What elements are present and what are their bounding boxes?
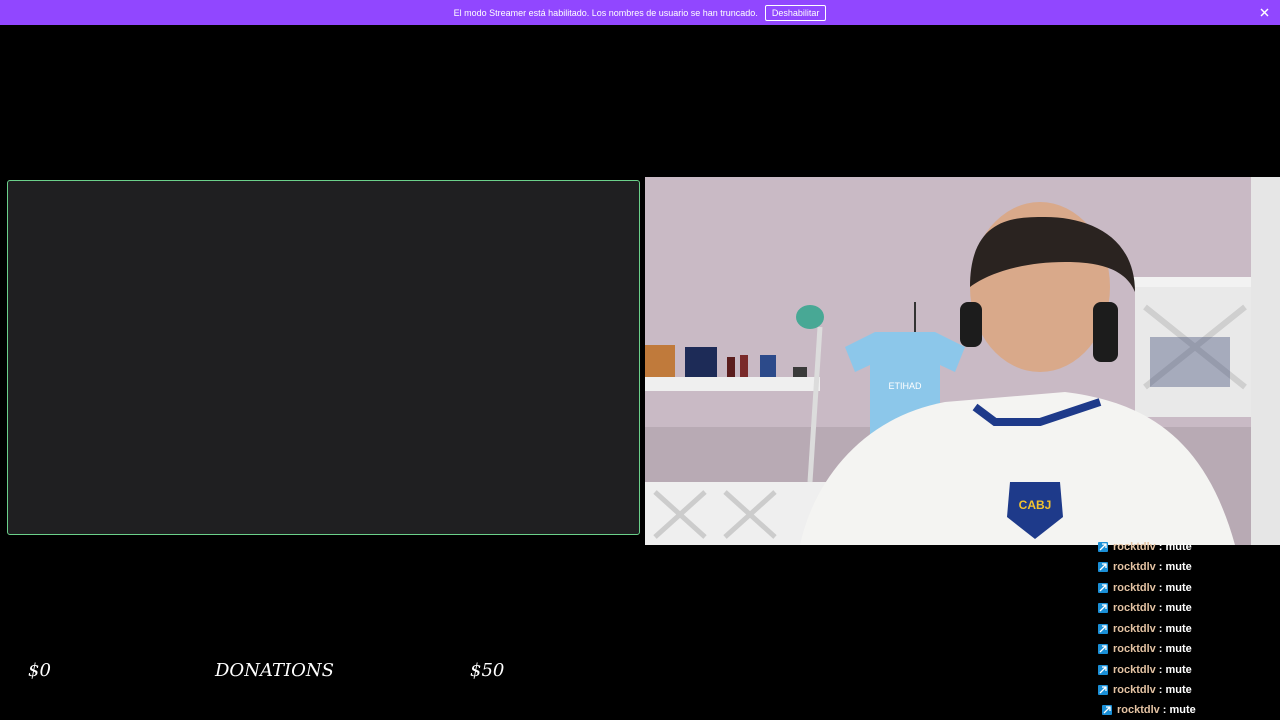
- chat-separator: :: [1162, 704, 1167, 716]
- chat-badge-icon: [1098, 542, 1108, 552]
- chat-text: mute: [1165, 541, 1192, 553]
- chat-separator: :: [1158, 602, 1163, 614]
- chat-text: mute: [1165, 684, 1192, 696]
- chat-badge-icon: [1098, 644, 1108, 654]
- chat-username: rocktdlv: [1113, 664, 1156, 676]
- chat-username: rocktdlv: [1113, 541, 1156, 553]
- chat-username: rocktdlv: [1113, 684, 1156, 696]
- chat-username: rocktdlv: [1113, 582, 1156, 594]
- chat-overlay: rocktdlv : mute rocktdlv : mute rocktdlv…: [1096, 539, 1280, 720]
- chat-message: rocktdlv : mute: [1098, 620, 1192, 638]
- donation-goal: $50: [470, 660, 505, 681]
- chat-username: rocktdlv: [1113, 623, 1156, 635]
- chat-badge-icon: [1102, 705, 1112, 715]
- chat-badge-icon: [1098, 583, 1108, 593]
- streamer-mode-banner: El modo Streamer está habilitado. Los no…: [0, 0, 1280, 25]
- svg-text:ETIHAD: ETIHAD: [888, 381, 922, 391]
- chat-separator: :: [1158, 664, 1163, 676]
- donation-current: $0: [28, 660, 51, 681]
- chat-separator: :: [1158, 582, 1163, 594]
- webcam-feed: ETIHAD CABJ: [645, 177, 1251, 545]
- disable-streamer-mode-button[interactable]: Deshabilitar: [764, 4, 827, 21]
- chat-text: mute: [1165, 561, 1192, 573]
- chat-message: rocktdlv : mute: [1102, 701, 1196, 719]
- chat-message: rocktdlv : mute: [1098, 539, 1192, 556]
- chat-message: rocktdlv : mute: [1098, 579, 1192, 597]
- donation-label: DONATIONS: [215, 660, 334, 681]
- chat-username: rocktdlv: [1113, 643, 1156, 655]
- chat-separator: :: [1158, 643, 1163, 655]
- chat-badge-icon: [1098, 665, 1108, 675]
- chat-badge-icon: [1098, 562, 1108, 572]
- chat-text: mute: [1169, 704, 1196, 716]
- chat-message: rocktdlv : mute: [1098, 640, 1192, 658]
- game-capture-frame: [7, 180, 640, 535]
- chat-badge-icon: [1098, 685, 1108, 695]
- chat-username: rocktdlv: [1117, 704, 1160, 716]
- chat-separator: :: [1158, 684, 1163, 696]
- chat-text: mute: [1165, 602, 1192, 614]
- streamer-mode-message: El modo Streamer está habilitado. Los no…: [453, 7, 758, 18]
- chat-message: rocktdlv : mute: [1098, 558, 1192, 576]
- chat-message: rocktdlv : mute: [1098, 681, 1192, 699]
- chat-message: rocktdlv : mute: [1098, 661, 1192, 679]
- chat-badge-icon: [1098, 603, 1108, 613]
- chat-separator: :: [1158, 561, 1163, 573]
- chat-username: rocktdlv: [1113, 602, 1156, 614]
- chat-separator: :: [1158, 541, 1163, 553]
- close-icon[interactable]: [1256, 4, 1272, 20]
- svg-text:CABJ: CABJ: [1019, 498, 1052, 512]
- chat-badge-icon: [1098, 624, 1108, 634]
- chat-text: mute: [1165, 664, 1192, 676]
- webcam-edge: [1251, 177, 1280, 545]
- chat-text: mute: [1165, 623, 1192, 635]
- chat-separator: :: [1158, 623, 1163, 635]
- chat-message: rocktdlv : mute: [1098, 599, 1192, 617]
- bed-rail: [645, 482, 830, 545]
- chat-text: mute: [1165, 643, 1192, 655]
- chat-text: mute: [1165, 582, 1192, 594]
- bed-frame: [1133, 277, 1251, 417]
- chat-username: rocktdlv: [1113, 561, 1156, 573]
